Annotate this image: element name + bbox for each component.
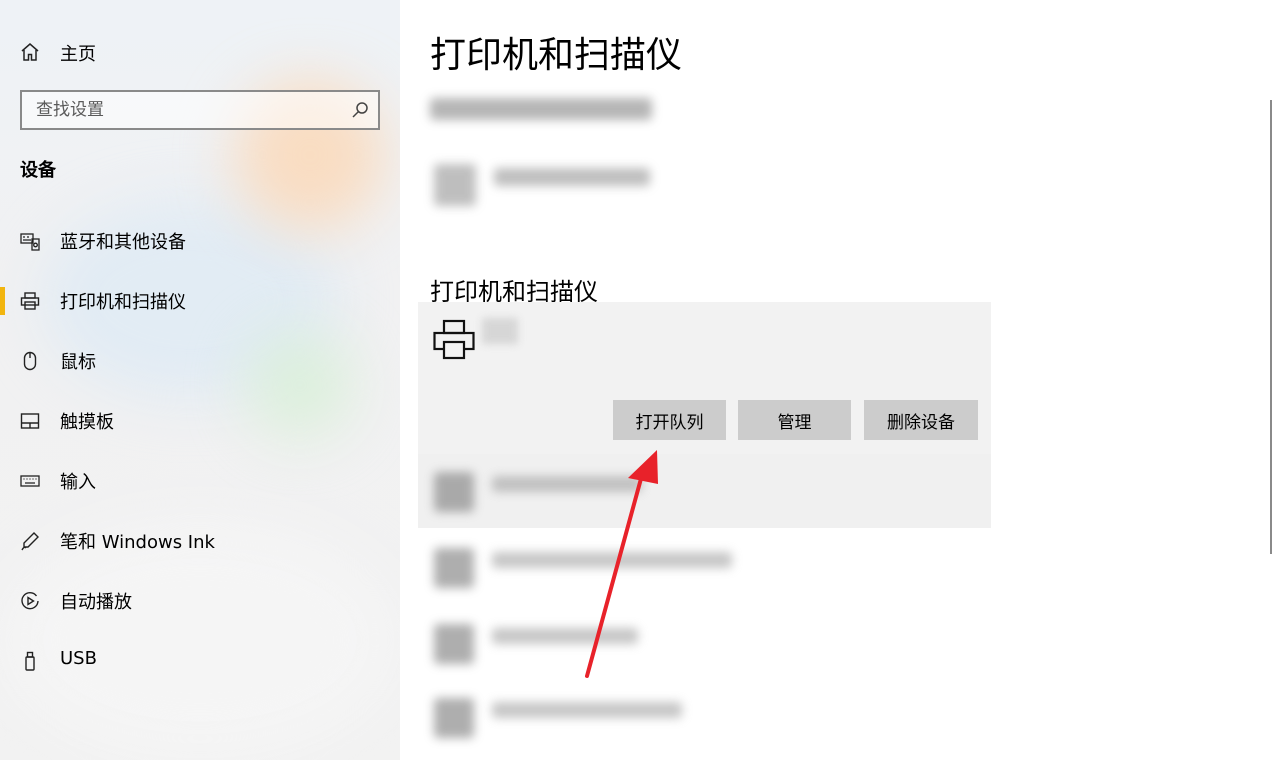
blurred-printer-icon: [434, 472, 474, 512]
printer-icon: [432, 318, 476, 362]
sidebar-item-label: 触摸板: [60, 412, 114, 433]
list-item[interactable]: [430, 614, 990, 676]
sidebar-item-typing[interactable]: 输入: [0, 456, 400, 506]
manage-button[interactable]: 管理: [738, 400, 851, 440]
open-queue-button[interactable]: 打开队列: [613, 400, 726, 440]
sidebar-item-touchpad[interactable]: 触摸板: [0, 396, 400, 446]
sidebar-item-label: 输入: [60, 472, 96, 493]
home-icon: [20, 42, 40, 62]
blurred-printer-name: [482, 318, 518, 344]
blurred-add-printer-link[interactable]: [430, 98, 652, 120]
sidebar-item-label: 打印机和扫描仪: [60, 292, 186, 313]
sidebar-item-autoplay[interactable]: 自动播放: [0, 576, 400, 626]
blurred-add-device-text[interactable]: [494, 168, 650, 186]
sidebar-item-label: 自动播放: [60, 592, 132, 613]
list-item[interactable]: [430, 688, 990, 750]
search-icon[interactable]: [350, 100, 370, 120]
autoplay-icon: [20, 591, 40, 611]
list-item[interactable]: [430, 538, 990, 600]
sidebar-item-bluetooth[interactable]: 蓝牙和其他设备: [0, 216, 400, 266]
sidebar-item-usb[interactable]: USB: [0, 636, 400, 686]
keyboard-icon: [20, 471, 40, 491]
sidebar-item-pen[interactable]: 笔和 Windows Ink: [0, 516, 400, 566]
sidebar-item-printers[interactable]: 打印机和扫描仪: [0, 276, 400, 326]
usb-icon: [20, 651, 40, 671]
printer-icon: [20, 291, 40, 311]
search-input[interactable]: [22, 92, 342, 128]
mouse-icon: [20, 351, 40, 371]
page-title: 打印机和扫描仪: [430, 35, 683, 76]
section-title-devices: 设备: [20, 160, 56, 181]
blurred-printer-icon: [434, 624, 474, 664]
bluetooth-devices-icon: [20, 231, 40, 251]
touchpad-icon: [20, 411, 40, 431]
remove-device-button[interactable]: 删除设备: [864, 400, 978, 440]
blurred-printer-label: [492, 702, 682, 718]
pen-icon: [20, 531, 40, 551]
sidebar-item-mouse[interactable]: 鼠标: [0, 336, 400, 386]
blurred-printer-icon: [434, 548, 474, 588]
list-item[interactable]: [430, 462, 990, 524]
sidebar-item-home[interactable]: 主页: [0, 32, 400, 72]
sidebar-item-label: 鼠标: [60, 352, 96, 373]
active-indicator: [0, 287, 5, 315]
search-box[interactable]: [20, 90, 380, 130]
home-label: 主页: [60, 44, 96, 65]
sidebar-item-label: 蓝牙和其他设备: [60, 232, 186, 253]
scrollbar[interactable]: [1270, 100, 1272, 554]
sidebar-item-label: 笔和 Windows Ink: [60, 532, 215, 553]
blurred-printer-icon: [434, 698, 474, 738]
sidebar-item-label: USB: [60, 648, 97, 669]
sidebar: 主页 设备 蓝牙和其他设备 打印机和扫描仪: [0, 0, 400, 760]
blurred-add-device-icon[interactable]: [434, 164, 476, 206]
annotation-arrow-icon: [585, 450, 658, 678]
